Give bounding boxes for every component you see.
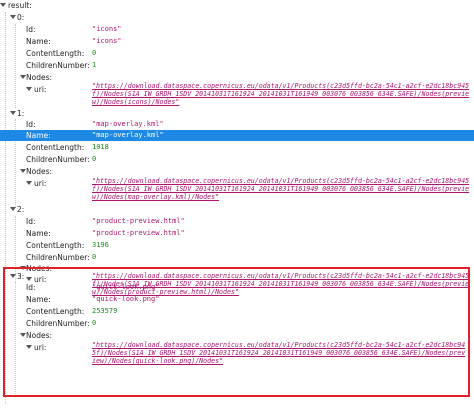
content-length-key: ContentLength: bbox=[26, 143, 85, 152]
uri-link[interactable]: "https://download.dataspace.copernicus.e… bbox=[92, 341, 466, 366]
id-row[interactable]: Id: "map-overlay.kml" bbox=[0, 119, 474, 130]
name-key: Name: bbox=[26, 295, 51, 304]
id-key: Id: bbox=[26, 283, 36, 292]
children-number-value: 0 bbox=[92, 319, 97, 327]
id-value: "map-overlay.kml" bbox=[92, 120, 164, 128]
item-2-node[interactable]: 2: bbox=[0, 204, 474, 215]
content-length-key: ContentLength: bbox=[26, 307, 85, 316]
item-index: 0: bbox=[17, 13, 25, 22]
name-key: Name: bbox=[26, 131, 51, 140]
root-label: result: bbox=[8, 1, 32, 10]
children-number-value: 0 bbox=[92, 155, 97, 163]
nodes-node[interactable]: Nodes: bbox=[0, 330, 474, 341]
chevron-down-icon[interactable] bbox=[26, 87, 32, 91]
children-number-value: 1 bbox=[92, 61, 97, 69]
content-length-key: ContentLength: bbox=[26, 49, 85, 58]
id-key: Id: bbox=[26, 217, 36, 226]
id-value: "icons" bbox=[92, 25, 122, 33]
nodes-key: Nodes: bbox=[26, 167, 53, 176]
name-row[interactable]: Name: "icons" bbox=[0, 36, 474, 47]
uri-link[interactable]: "https://download.dataspace.copernicus.e… bbox=[92, 177, 470, 202]
id-value: "product-preview.html" bbox=[92, 217, 185, 225]
uri-key: uri: bbox=[34, 85, 47, 94]
content-length-value: 1018 bbox=[92, 143, 109, 151]
chevron-down-icon[interactable] bbox=[10, 274, 16, 278]
content-length-key: ContentLength: bbox=[26, 241, 85, 250]
uri-key: uri: bbox=[34, 343, 47, 352]
nodes-node[interactable]: Nodes: bbox=[0, 166, 474, 177]
chevron-down-icon[interactable] bbox=[10, 207, 16, 211]
children-number-key: ChildrenNumber: bbox=[26, 155, 90, 164]
content-length-value: 0 bbox=[92, 49, 97, 57]
content-length-row[interactable]: ContentLength: 3196 bbox=[0, 240, 474, 251]
name-row-selected[interactable]: Name: "map-overlay.kml" bbox=[0, 130, 474, 141]
content-length-row[interactable]: ContentLength: 253579 bbox=[0, 306, 474, 317]
item-0-node[interactable]: 0: bbox=[0, 12, 474, 23]
children-number-row[interactable]: ChildrenNumber: 0 bbox=[0, 154, 474, 165]
children-number-key: ChildrenNumber: bbox=[26, 253, 90, 262]
id-row[interactable]: Id: "icons" bbox=[0, 24, 474, 35]
id-key: Id: bbox=[26, 120, 36, 129]
name-row[interactable]: Name: "quick-look.png" bbox=[0, 294, 474, 305]
content-length-row[interactable]: ContentLength: 0 bbox=[0, 48, 474, 59]
uri-link[interactable]: "https://download.dataspace.copernicus.e… bbox=[92, 82, 470, 107]
content-length-row[interactable]: ContentLength: 1018 bbox=[0, 142, 474, 153]
item-index: 3: bbox=[17, 272, 25, 281]
nodes-key: Nodes: bbox=[26, 73, 53, 82]
children-number-key: ChildrenNumber: bbox=[26, 61, 90, 70]
root-node[interactable]: result: bbox=[0, 0, 474, 11]
chevron-down-icon[interactable] bbox=[0, 3, 6, 7]
id-key: Id: bbox=[26, 25, 36, 34]
name-value: "product-preview.html" bbox=[92, 229, 185, 237]
children-number-row[interactable]: ChildrenNumber: 0 bbox=[0, 252, 474, 263]
json-viewer: result: 0: Id: "icons" Name: "icons" Con… bbox=[0, 0, 474, 412]
name-value: "icons" bbox=[92, 37, 122, 45]
uri-key: uri: bbox=[34, 179, 47, 188]
name-row[interactable]: Name: "product-preview.html" bbox=[0, 228, 474, 239]
chevron-down-icon[interactable] bbox=[10, 111, 16, 115]
item-1-node[interactable]: 1: bbox=[0, 108, 474, 119]
name-value: "quick-look.png" bbox=[92, 295, 160, 303]
name-value: "map-overlay.kml" bbox=[92, 131, 164, 139]
name-key: Name: bbox=[26, 37, 51, 46]
id-row[interactable]: Id: "product-preview.html" bbox=[0, 216, 474, 227]
id-row[interactable]: Id: "quick-look.png" bbox=[0, 282, 474, 293]
content-length-value: 253579 bbox=[92, 307, 118, 315]
content-length-value: 3196 bbox=[92, 241, 109, 249]
chevron-down-icon[interactable] bbox=[26, 345, 32, 349]
nodes-key: Nodes: bbox=[26, 331, 53, 340]
children-number-row[interactable]: ChildrenNumber: 1 bbox=[0, 60, 474, 71]
chevron-down-icon[interactable] bbox=[10, 15, 16, 19]
children-number-value: 0 bbox=[92, 253, 97, 261]
name-key: Name: bbox=[26, 229, 51, 238]
children-number-key: ChildrenNumber: bbox=[26, 319, 90, 328]
item-index: 1: bbox=[17, 109, 25, 118]
chevron-down-icon[interactable] bbox=[26, 181, 32, 185]
children-number-row[interactable]: ChildrenNumber: 0 bbox=[0, 318, 474, 329]
item-3-node[interactable]: 3: bbox=[0, 271, 474, 282]
item-index: 2: bbox=[17, 205, 25, 214]
id-value: "quick-look.png" bbox=[92, 283, 160, 291]
